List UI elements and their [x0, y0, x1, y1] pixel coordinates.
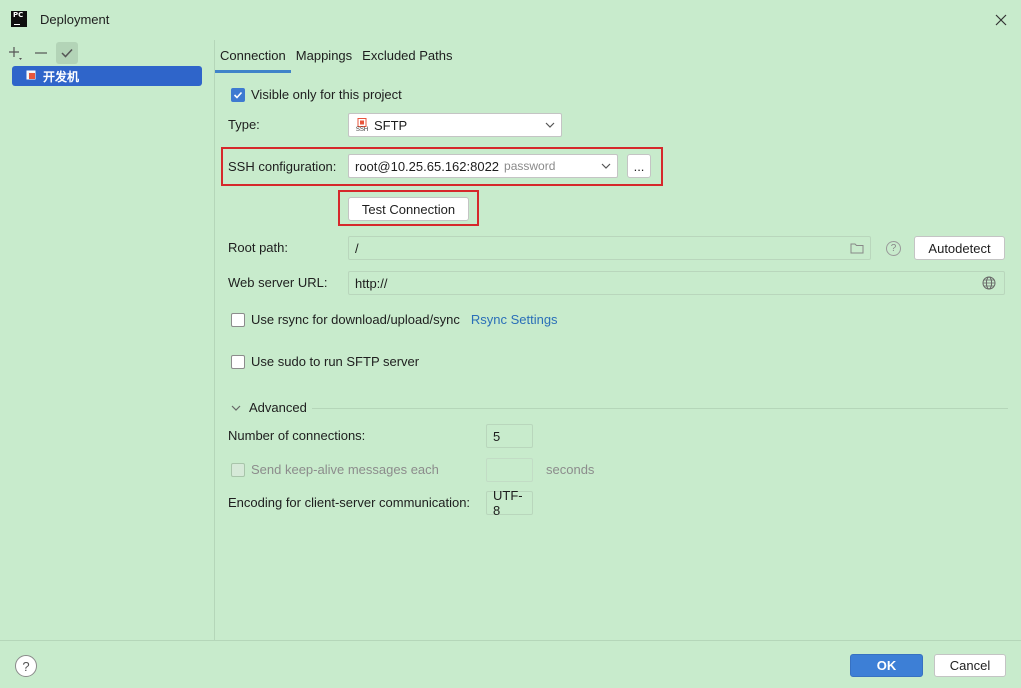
- sftp-icon: SSH: [355, 117, 369, 133]
- rsync-label: Use rsync for download/upload/sync: [251, 312, 460, 327]
- test-connection-button[interactable]: Test Connection: [348, 197, 469, 221]
- sftp-server-icon: [26, 70, 36, 80]
- connections-field[interactable]: 5: [486, 424, 533, 448]
- sudo-label: Use sudo to run SFTP server: [251, 354, 420, 369]
- server-list-toolbar: [4, 42, 78, 64]
- connections-label: Number of connections:: [228, 428, 366, 443]
- chevron-down-icon: [545, 122, 555, 128]
- server-item-label: 开发机: [43, 69, 80, 84]
- footer-separator: [0, 640, 1021, 641]
- advanced-separator: [312, 408, 1008, 409]
- checkmark-icon: [233, 91, 243, 99]
- set-default-button[interactable]: [56, 42, 78, 64]
- visible-only-checkbox[interactable]: [231, 87, 245, 102]
- advanced-header[interactable]: Advanced: [230, 400, 307, 415]
- keepalive-checkbox[interactable]: [231, 462, 245, 477]
- app-icon-text: PC: [13, 11, 24, 19]
- add-icon: [9, 47, 22, 60]
- deployment-dialog: PC Deployment 开发机 Connection Mappings Ex…: [0, 0, 1021, 688]
- encoding-field[interactable]: UTF-8: [486, 488, 533, 518]
- rsync-settings-link[interactable]: Rsync Settings: [471, 312, 558, 327]
- folder-icon[interactable]: [850, 242, 864, 254]
- cancel-button[interactable]: Cancel: [934, 654, 1006, 677]
- rsync-checkbox[interactable]: [231, 312, 245, 327]
- web-url-value: http://: [355, 275, 388, 291]
- sudo-row: Use sudo to run SFTP server: [231, 354, 419, 369]
- close-icon: [995, 14, 1007, 26]
- root-path-help-icon[interactable]: ?: [886, 241, 901, 256]
- web-url-label: Web server URL:: [228, 275, 328, 290]
- connections-value: 5: [493, 428, 501, 444]
- remove-server-button[interactable]: [30, 42, 52, 64]
- sudo-checkbox[interactable]: [231, 354, 245, 369]
- keepalive-row: Send keep-alive messages each: [231, 462, 439, 477]
- type-combobox[interactable]: SSH SFTP: [348, 113, 562, 137]
- ssh-config-label: SSH configuration:: [228, 159, 337, 174]
- chevron-down-icon: [601, 163, 611, 169]
- chevron-down-icon: [231, 405, 241, 411]
- ssh-config-combobox[interactable]: root@10.25.65.162:8022 password: [348, 154, 618, 178]
- root-path-label: Root path:: [228, 240, 288, 255]
- ssh-config-value: root@10.25.65.162:8022: [355, 158, 500, 174]
- help-button[interactable]: ?: [15, 655, 37, 677]
- pycharm-logo-icon: PC: [11, 11, 27, 27]
- type-value: SFTP: [374, 117, 408, 133]
- title-bar: PC Deployment: [0, 0, 1021, 40]
- web-url-field[interactable]: http://: [348, 271, 1005, 295]
- keepalive-label: Send keep-alive messages each: [251, 462, 439, 477]
- encoding-value: UTF-8: [493, 488, 523, 518]
- tab-connection[interactable]: Connection: [215, 40, 291, 73]
- keepalive-field[interactable]: [486, 458, 533, 482]
- root-path-field[interactable]: /: [348, 236, 871, 260]
- close-button[interactable]: [989, 8, 1013, 32]
- autodetect-button[interactable]: Autodetect: [914, 236, 1005, 260]
- visible-only-row: Visible only for this project: [231, 87, 402, 102]
- ok-button[interactable]: OK: [850, 654, 923, 677]
- check-icon: [61, 48, 73, 58]
- tab-mappings[interactable]: Mappings: [291, 40, 357, 73]
- remove-icon: [35, 52, 47, 54]
- visible-only-label: Visible only for this project: [251, 87, 402, 102]
- add-server-button[interactable]: [4, 42, 26, 64]
- ssh-config-more-button[interactable]: ...: [627, 154, 651, 178]
- rsync-row: Use rsync for download/upload/sync Rsync…: [231, 312, 558, 327]
- keepalive-unit: seconds: [546, 462, 595, 477]
- window-title: Deployment: [40, 12, 110, 27]
- advanced-header-label: Advanced: [249, 400, 307, 415]
- globe-icon[interactable]: [982, 276, 996, 290]
- ssh-auth-type: password: [504, 159, 556, 173]
- server-list-panel: 开发机: [0, 40, 215, 640]
- root-path-value: /: [355, 240, 359, 256]
- tab-bar: Connection Mappings Excluded Paths: [215, 40, 458, 73]
- type-label: Type:: [228, 117, 260, 132]
- tab-excluded-paths[interactable]: Excluded Paths: [357, 40, 457, 73]
- server-item-dev[interactable]: 开发机: [12, 66, 202, 86]
- encoding-label: Encoding for client-server communication…: [228, 495, 471, 510]
